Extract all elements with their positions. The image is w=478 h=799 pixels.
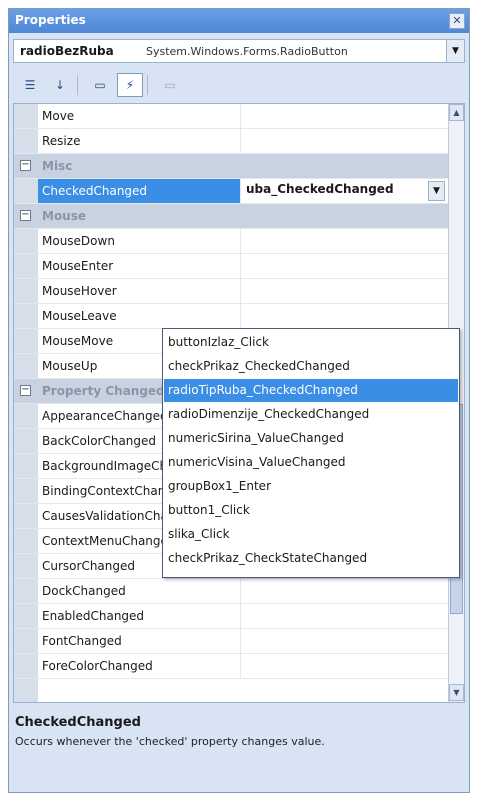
property-row[interactable]: MouseLeave [14,304,448,329]
properties-icon[interactable]: ▭ [87,73,113,97]
column-divider [240,629,241,654]
property-row[interactable]: MouseDown [14,229,448,254]
property-row[interactable]: Resize [14,129,448,154]
property-grid: Move Resize − Misc CheckedChanged uba_Checked… [13,103,465,703]
column-divider [240,579,241,604]
property-name: Move [42,109,75,123]
category-row[interactable]: − Misc [14,154,448,179]
dropdown-item[interactable]: checkPrikaz_CheckedChanged [164,355,458,378]
events-icon[interactable]: ⚡ [117,73,143,97]
dropdown-item[interactable]: radioDimenzije_CheckedChanged [164,403,458,426]
column-divider [240,304,241,329]
column-divider [240,129,241,154]
properties-toolbar: ☰ ↓ ▭ ⚡ ▭ [13,69,465,101]
collapse-icon[interactable]: − [20,160,31,171]
column-divider [240,229,241,254]
dropdown-item[interactable]: numericVisina_ValueChanged [164,451,458,474]
column-divider [240,179,241,204]
property-row[interactable]: DockChanged [14,579,448,604]
category-row[interactable]: − Mouse [14,204,448,229]
chevron-down-icon[interactable]: ▼ [428,181,445,201]
property-row[interactable]: Move [14,104,448,129]
column-divider [240,104,241,129]
column-divider [240,604,241,629]
property-name: MouseDown [42,234,115,248]
property-name: Mouse [42,209,87,223]
event-handler-dropdown: buttonIzlaz_Click checkPrikaz_CheckedChan… [162,328,460,578]
close-icon[interactable]: ✕ [449,13,465,29]
property-row[interactable]: MouseHover [14,279,448,304]
collapse-icon[interactable]: − [20,385,31,396]
property-value[interactable]: uba_CheckedChanged [246,182,394,196]
title-bar[interactable]: Properties ✕ [9,9,469,33]
categorized-icon[interactable]: ☰ [17,73,43,97]
object-type: System.Windows.Forms.RadioButton [146,45,348,58]
property-row[interactable]: EnabledChanged [14,604,448,629]
collapse-icon[interactable]: − [20,210,31,221]
property-name: MouseEnter [42,259,114,273]
property-name: EnabledChanged [42,609,145,623]
property-row[interactable]: FontChanged [14,629,448,654]
toolbar-separator [147,75,148,95]
description-panel: CheckedChanged Occurs whenever the 'chec… [13,709,465,787]
property-name: DockChanged [42,584,126,598]
column-divider [240,654,241,679]
property-name: ForeColorChanged [42,659,153,673]
property-name: Resize [42,134,81,148]
dropdown-item[interactable]: groupBox1_Enter [164,475,458,498]
property-row[interactable]: MouseEnter [14,254,448,279]
properties-window: Properties ✕ radioBezRuba System.Windows… [8,8,470,793]
column-divider [240,279,241,304]
window-title: Properties [15,13,86,27]
toolbar-separator [77,75,78,95]
chevron-down-icon[interactable]: ▼ [446,40,464,62]
property-row[interactable]: CheckedChanged uba_CheckedChanged ▼ [14,179,448,204]
object-name: radioBezRuba [20,44,114,58]
property-row[interactable]: ForeColorChanged [14,654,448,679]
description-title: CheckedChanged [15,715,141,730]
scroll-up-icon[interactable]: ▲ [449,104,464,121]
dropdown-item[interactable]: numericSirina_ValueChanged [164,427,458,450]
dropdown-item[interactable]: slika_Click [164,523,458,546]
dropdown-item[interactable]: buttonIzlaz_Click [164,331,458,354]
scroll-down-icon[interactable]: ▼ [449,684,464,701]
property-name: Misc [42,159,73,173]
object-selector[interactable]: radioBezRuba System.Windows.Forms.RadioB… [13,39,465,63]
property-name: MouseLeave [42,309,117,323]
property-name: MouseHover [42,284,117,298]
property-pages-icon[interactable]: ▭ [157,73,183,97]
dropdown-item[interactable]: radioTipRuba_CheckedChanged [164,379,458,402]
dropdown-item[interactable]: button1_Click [164,499,458,522]
description-text: Occurs whenever the 'checked' property c… [15,735,325,748]
column-divider [240,254,241,279]
dropdown-item[interactable]: checkPrikaz_CheckStateChanged [164,547,458,570]
alphabetical-icon[interactable]: ↓ [47,73,73,97]
property-name: CheckedChanged [38,179,240,203]
property-name: FontChanged [42,634,122,648]
